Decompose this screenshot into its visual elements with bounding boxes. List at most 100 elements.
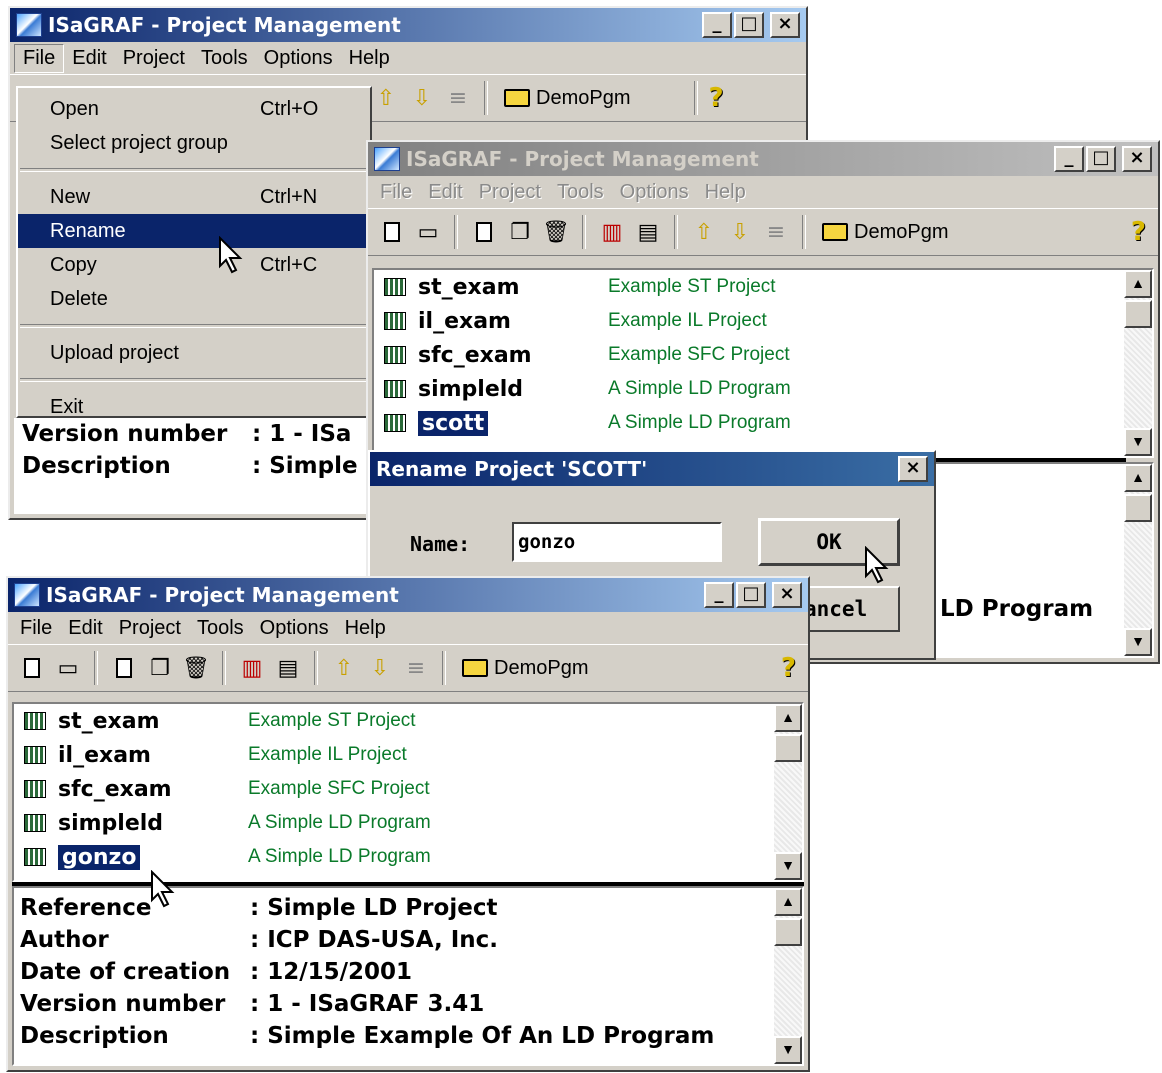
menu-item-copy[interactable]: Copy Ctrl+C [18,248,370,282]
menu-edit[interactable]: Edit [60,615,110,642]
menu-help[interactable]: Help [337,615,394,642]
vertical-scrollbar[interactable]: ▲ ▼ [774,704,802,880]
list-item[interactable]: il_exam Example IL Project [14,738,802,772]
close-button[interactable]: × [1122,146,1152,172]
menu-options[interactable]: Options [612,179,697,206]
move-down-icon[interactable]: ⇩ [724,216,756,248]
project-group-button[interactable]: DemoPgm [498,87,636,110]
list-item-selected[interactable]: gonzo A Simple LD Program [14,840,802,874]
archive-icon[interactable]: ▥ [596,216,628,248]
move-up-icon[interactable]: ⇧ [370,82,402,114]
menu-file[interactable]: File [372,179,420,206]
move-up-icon[interactable]: ⇧ [328,652,360,684]
minimize-button[interactable]: _ [702,12,732,38]
menu-file[interactable]: File [12,615,60,642]
vertical-scrollbar[interactable]: ▲ ▼ [774,888,802,1064]
move-down-icon[interactable]: ⇩ [406,82,438,114]
list-item[interactable]: simpleld A Simple LD Program [14,806,802,840]
scroll-thumb[interactable] [774,734,802,762]
menu-item-select-project-group[interactable]: Select project group [18,126,370,160]
list-item[interactable]: sfc_exam Example SFC Project [14,772,802,806]
toolbar-separator [442,651,446,685]
list-item[interactable]: st_exam Example ST Project [14,704,802,738]
comment-icon[interactable]: ▭ [52,652,84,684]
project-group-button[interactable]: DemoPgm [456,657,594,680]
list-item[interactable]: il_exam Example IL Project [374,304,1152,338]
dialog-close-button[interactable]: × [898,456,928,482]
list-item[interactable]: st_exam Example ST Project [374,270,1152,304]
menu-project[interactable]: Project [115,45,193,72]
maximize-button[interactable]: □ [736,582,766,608]
menu-file[interactable]: File [14,43,65,73]
maximize-button[interactable]: □ [734,12,764,38]
scroll-down-arrow-icon[interactable]: ▼ [1124,628,1152,656]
scroll-down-arrow-icon[interactable]: ▼ [774,852,802,880]
vertical-scrollbar[interactable]: ▲ ▼ [1124,270,1152,456]
menu-options[interactable]: Options [252,615,337,642]
menu-item-delete[interactable]: Delete [18,282,370,316]
move-up-icon[interactable]: ⇧ [688,216,720,248]
list-item[interactable]: sfc_exam Example SFC Project [374,338,1152,372]
menu-tools[interactable]: Tools [189,615,252,642]
new-project-icon[interactable] [108,652,140,684]
copy-icon[interactable]: ❐ [504,216,536,248]
scroll-up-arrow-icon[interactable]: ▲ [774,704,802,732]
comment-icon[interactable]: ▭ [412,216,444,248]
menu-item-exit[interactable]: Exit [18,390,370,424]
list-item-selected[interactable]: scott A Simple LD Program [374,406,1152,440]
list-item[interactable]: simpleld A Simple LD Program [374,372,1152,406]
dialog-titlebar[interactable]: Rename Project 'SCOTT' × [370,452,934,486]
delete-icon[interactable]: 🗑 [540,216,572,248]
menu-item-upload-project[interactable]: Upload project [18,336,370,370]
close-button[interactable]: × [772,582,802,608]
window-1-titlebar[interactable]: ISaGRAF - Project Management _ □ × [10,8,806,42]
project-icon [384,346,406,364]
window-3-title: ISaGRAF - Project Management [46,583,399,607]
minimize-button[interactable]: _ [704,582,734,608]
scroll-thumb[interactable] [1124,494,1152,522]
move-down-icon[interactable]: ⇩ [364,652,396,684]
menu-edit[interactable]: Edit [64,45,114,72]
close-button[interactable]: × [770,12,800,38]
help-icon[interactable]: ? [781,653,796,683]
scroll-up-arrow-icon[interactable]: ▲ [774,888,802,916]
menu-item-new[interactable]: New Ctrl+N [18,180,370,214]
menu-help[interactable]: Help [697,179,754,206]
delete-icon[interactable]: 🗑 [180,652,212,684]
help-icon[interactable]: ? [708,83,723,113]
list-icon[interactable]: ≡ [760,216,792,248]
menu-edit[interactable]: Edit [420,179,470,206]
project-group-button[interactable]: DemoPgm [816,221,954,244]
properties-icon[interactable] [16,652,48,684]
window-1-menubar: File Edit Project Tools Options Help [10,42,806,74]
window-2-titlebar[interactable]: ISaGRAF - Project Management _ □ × [368,142,1158,176]
menu-item-open[interactable]: Open Ctrl+O [18,92,370,126]
menu-tools[interactable]: Tools [193,45,256,72]
list-icon[interactable]: ≡ [442,82,474,114]
vertical-scrollbar[interactable]: ▲ ▼ [1124,464,1152,656]
menu-item-rename[interactable]: Rename [18,214,370,248]
scroll-up-arrow-icon[interactable]: ▲ [1124,464,1152,492]
scroll-up-arrow-icon[interactable]: ▲ [1124,270,1152,298]
copy-icon[interactable]: ❐ [144,652,176,684]
new-project-icon[interactable] [468,216,500,248]
menu-options[interactable]: Options [256,45,341,72]
name-input[interactable] [512,522,722,562]
scroll-thumb[interactable] [774,918,802,946]
archive-icon[interactable]: ▥ [236,652,268,684]
minimize-button[interactable]: _ [1054,146,1084,172]
list-icon[interactable]: ≡ [400,652,432,684]
properties-icon[interactable] [376,216,408,248]
menu-project[interactable]: Project [111,615,189,642]
menu-tools[interactable]: Tools [549,179,612,206]
scroll-down-arrow-icon[interactable]: ▼ [774,1036,802,1064]
help-icon[interactable]: ? [1131,217,1146,247]
scroll-thumb[interactable] [1124,300,1152,328]
menu-help[interactable]: Help [341,45,398,72]
maximize-button[interactable]: □ [1086,146,1116,172]
print-icon[interactable]: ▤ [632,216,664,248]
menu-project[interactable]: Project [471,179,549,206]
scroll-down-arrow-icon[interactable]: ▼ [1124,428,1152,456]
print-icon[interactable]: ▤ [272,652,304,684]
window-3-titlebar[interactable]: ISaGRAF - Project Management _ □ × [8,578,808,612]
